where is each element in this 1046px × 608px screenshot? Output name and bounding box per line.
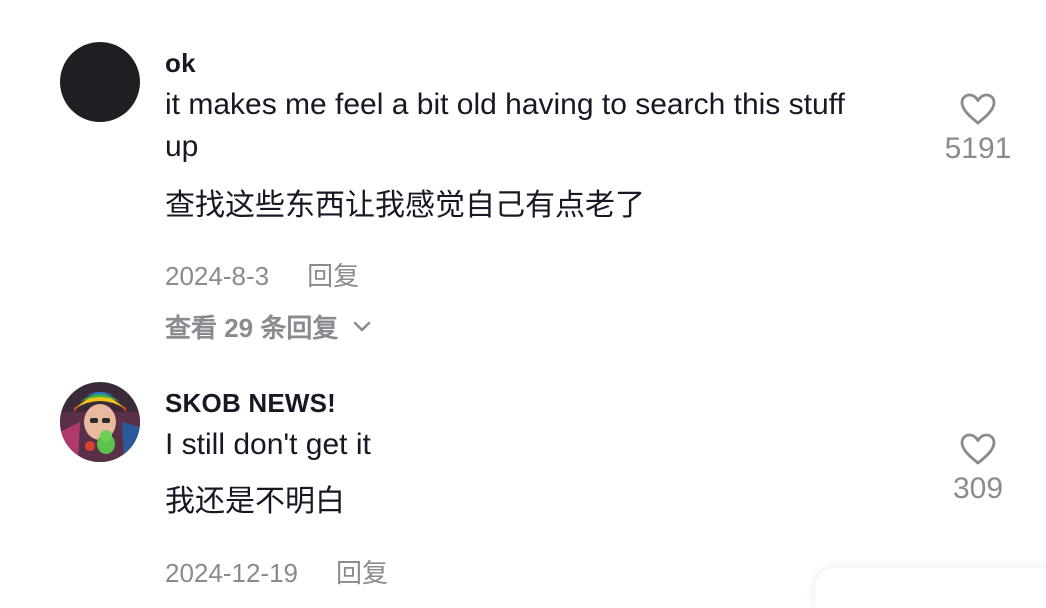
avatar[interactable] [60,42,140,122]
comment-username[interactable]: SKOB NEWS! [165,388,336,419]
like-count: 5191 [944,132,1012,165]
comment-username[interactable]: ok [165,48,196,79]
reply-button[interactable]: 回复 [307,261,359,291]
like-button[interactable]: 309 [918,432,1038,506]
comment-date: 2024-8-3 [165,261,270,291]
bottom-sheet-edge [815,568,1046,608]
comment-translation: 查找这些东西让我感觉自己有点老了 [165,189,645,222]
comment-meta: 2024-8-3 回复 [165,256,359,293]
view-replies-label: 查看 29 条回复 [165,313,339,343]
like-count: 309 [952,472,1004,505]
chevron-down-icon [354,321,371,331]
view-replies-button[interactable]: 查看 29 条回复 [165,308,372,345]
comment-translation: 我还是不明白 [165,485,345,518]
comment-meta: 2024-12-19 回复 [165,553,388,590]
avatar-image [60,382,140,462]
heart-icon [960,93,996,125]
heart-icon [960,433,996,465]
comment-text: it makes me feel a bit old having to sea… [165,88,845,163]
avatar[interactable] [60,382,140,462]
comment-text: I still don't get it [165,428,371,461]
like-button[interactable]: 5191 [918,92,1038,166]
